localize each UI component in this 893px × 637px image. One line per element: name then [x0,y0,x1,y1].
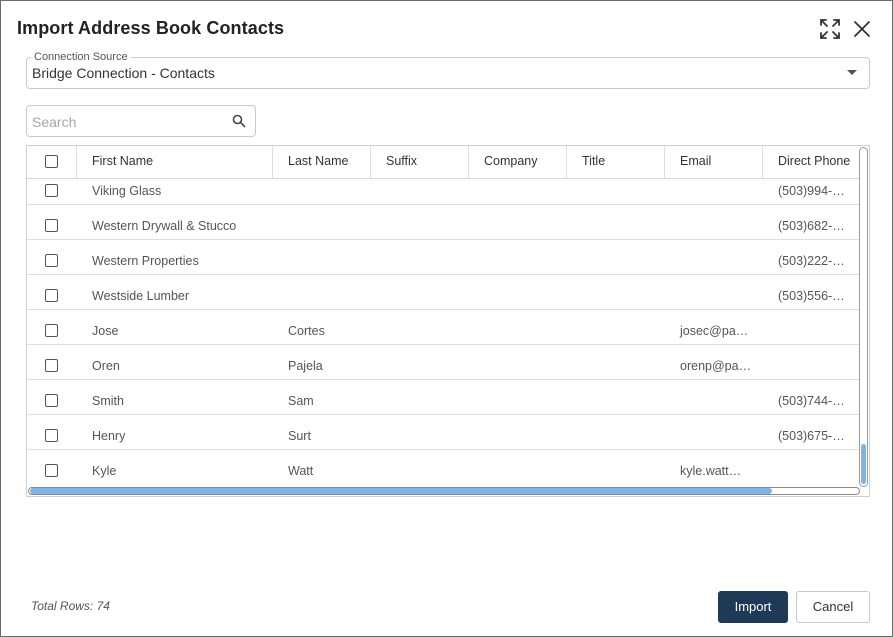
grid-header: First Name Last Name Suffix Company Titl… [27,146,861,179]
cell-first-name: Viking Glass [92,184,162,198]
row-checkbox[interactable] [45,184,58,197]
select-all-cell [27,146,77,178]
table-row[interactable]: Jose Cortes josec@pa… [27,310,861,345]
table-row[interactable]: Viking Glass (503)994-… [27,179,861,205]
row-checkbox[interactable] [45,394,58,407]
cell-direct-phone: (503)994-… [778,184,845,198]
search-input[interactable] [32,112,222,132]
row-checkbox[interactable] [45,219,58,232]
row-checkbox[interactable] [45,429,58,442]
cell-first-name: Western Drywall & Stucco [92,219,237,233]
import-dialog: Import Address Book Contacts Connection … [0,0,893,637]
column-header-last-name[interactable]: Last Name [273,146,371,178]
cell-first-name: Westside Lumber [92,289,190,303]
cell-direct-phone: (503)222-… [778,254,845,268]
dialog-title: Import Address Book Contacts [17,18,285,38]
cell-email [665,275,763,309]
cell-email [665,179,763,204]
cell-direct-phone: (503)675-… [778,429,845,443]
connection-source-value: Bridge Connection - Contacts [32,65,215,81]
contacts-grid: First Name Last Name Suffix Company Titl… [26,145,870,497]
import-button[interactable]: Import [718,591,788,623]
cell-first-name: Smith [92,394,124,408]
cell-last-name: Cortes [288,324,325,338]
cell-direct-phone [763,450,861,484]
cell-last-name: Surt [288,429,311,443]
connection-source-select[interactable]: Connection Source Bridge Connection - Co… [26,51,870,89]
cell-email [665,380,763,414]
column-header-suffix[interactable]: Suffix [371,146,469,178]
cell-last-name [273,275,371,309]
cell-first-name: Jose [92,324,119,338]
table-row[interactable]: Smith Sam (503)744-… [27,380,861,415]
row-checkbox[interactable] [45,324,58,337]
select-all-checkbox[interactable] [45,155,58,168]
row-checkbox[interactable] [45,359,58,372]
cell-first-name: Henry [92,429,126,443]
table-row[interactable]: Westside Lumber (503)556-… [27,275,861,310]
cancel-button[interactable]: Cancel [796,591,870,623]
column-header-first-name[interactable]: First Name [77,146,273,178]
cell-last-name: Pajela [288,359,323,373]
cell-email: orenp@pa… [680,359,752,373]
table-row[interactable]: Henry Surt (503)675-… [27,415,861,450]
connection-source-label: Connection Source [31,51,131,63]
cell-direct-phone: (503)682-… [778,219,845,233]
cell-last-name [273,179,371,204]
vertical-scroll-thumb[interactable] [861,444,866,484]
close-icon[interactable] [850,17,874,41]
cell-direct-phone: (503)556-… [778,289,845,303]
column-header-direct-phone[interactable]: Direct Phone [763,146,861,178]
row-checkbox[interactable] [45,289,58,302]
cell-first-name: Western Properties [92,254,199,268]
cell-email [665,240,763,274]
total-rows: Total Rows: 74 [31,599,110,613]
column-header-email[interactable]: Email [665,146,763,178]
horizontal-scrollbar[interactable] [28,487,860,495]
cell-email [665,205,763,239]
table-row[interactable]: Western Drywall & Stucco (503)682-… [27,205,861,240]
chevron-down-icon[interactable] [847,70,857,75]
cell-direct-phone [763,310,861,344]
row-checkbox[interactable] [45,254,58,267]
cell-email: kyle.watt… [680,464,742,478]
cell-email: josec@pa… [680,324,749,338]
table-row[interactable]: Western Properties (503)222-… [27,240,861,275]
cell-last-name [273,205,371,239]
cell-last-name [273,240,371,274]
search-box [26,105,256,137]
cell-direct-phone [763,345,861,379]
column-header-company[interactable]: Company [469,146,567,178]
table-row[interactable]: Oren Pajela orenp@pa… [27,345,861,380]
vertical-scrollbar[interactable] [859,147,868,487]
expand-icon[interactable] [818,17,842,41]
cell-direct-phone: (503)744-… [778,394,845,408]
search-icon[interactable] [232,114,246,128]
cell-first-name: Oren [92,359,120,373]
row-checkbox[interactable] [45,464,58,477]
cell-first-name: Kyle [92,464,117,478]
cell-last-name: Watt [288,464,314,478]
horizontal-scroll-thumb[interactable] [30,488,772,494]
cell-last-name: Sam [288,394,314,408]
table-row[interactable]: Kyle Watt kyle.watt… [27,450,861,485]
grid-body: Viking Glass (503)994-… Western Drywall … [27,179,861,487]
column-header-title[interactable]: Title [567,146,665,178]
cell-email [665,415,763,449]
